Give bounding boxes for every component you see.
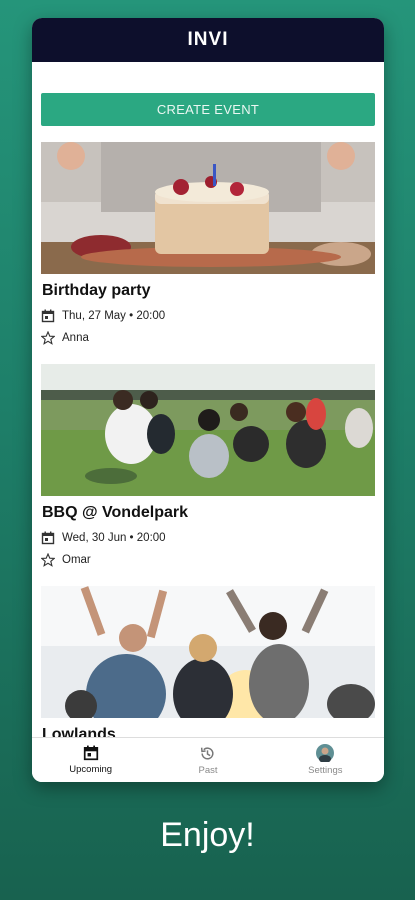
event-photo xyxy=(41,364,375,496)
calendar-icon xyxy=(83,745,98,761)
bottom-navigation: Upcoming Past Settings xyxy=(32,737,384,782)
star-icon xyxy=(41,553,55,567)
event-card[interactable]: BBQ @ Vondelpark Wed, 30 Jun • 20:00 Oma… xyxy=(41,364,375,568)
calendar-icon xyxy=(41,309,55,323)
event-host-name: Anna xyxy=(62,332,89,344)
app-title: INVI xyxy=(187,29,229,50)
event-photo xyxy=(41,586,375,718)
tagline: Enjoy! xyxy=(160,816,255,854)
event-list: CREATE EVENT Birthday party Thu, 27 May … xyxy=(32,62,384,738)
event-card[interactable]: Birthday party Thu, 27 May • 20:00 Anna xyxy=(41,142,375,346)
nav-upcoming-label: Upcoming xyxy=(69,764,113,775)
event-datetime-text: Thu, 27 May • 20:00 xyxy=(62,310,166,322)
star-icon xyxy=(41,331,55,345)
event-title: Birthday party xyxy=(42,282,151,299)
history-icon xyxy=(201,746,215,759)
event-title: BBQ @ Vondelpark xyxy=(42,504,188,521)
nav-upcoming[interactable]: Upcoming xyxy=(32,738,149,782)
nav-settings-label: Settings xyxy=(308,765,343,776)
event-host: Anna xyxy=(41,330,375,346)
create-event-button[interactable]: CREATE EVENT xyxy=(41,93,375,126)
event-host: Omar xyxy=(41,552,375,568)
event-datetime-text: Wed, 30 Jun • 20:00 xyxy=(62,532,166,544)
nav-past-label: Past xyxy=(198,764,218,776)
nav-settings[interactable]: Settings xyxy=(267,738,384,782)
event-datetime: Wed, 30 Jun • 20:00 xyxy=(41,530,375,546)
event-photo xyxy=(41,142,375,274)
avatar xyxy=(316,744,335,762)
event-card[interactable]: Lowlands xyxy=(41,586,375,738)
phone-screen: INVI CREATE EVENT Birthday party Thu, 27… xyxy=(32,18,384,782)
event-host-name: Omar xyxy=(62,554,91,566)
event-datetime: Thu, 27 May • 20:00 xyxy=(41,308,375,324)
app-bar: INVI xyxy=(32,18,384,62)
nav-past[interactable]: Past xyxy=(149,738,266,782)
calendar-icon xyxy=(41,531,55,545)
